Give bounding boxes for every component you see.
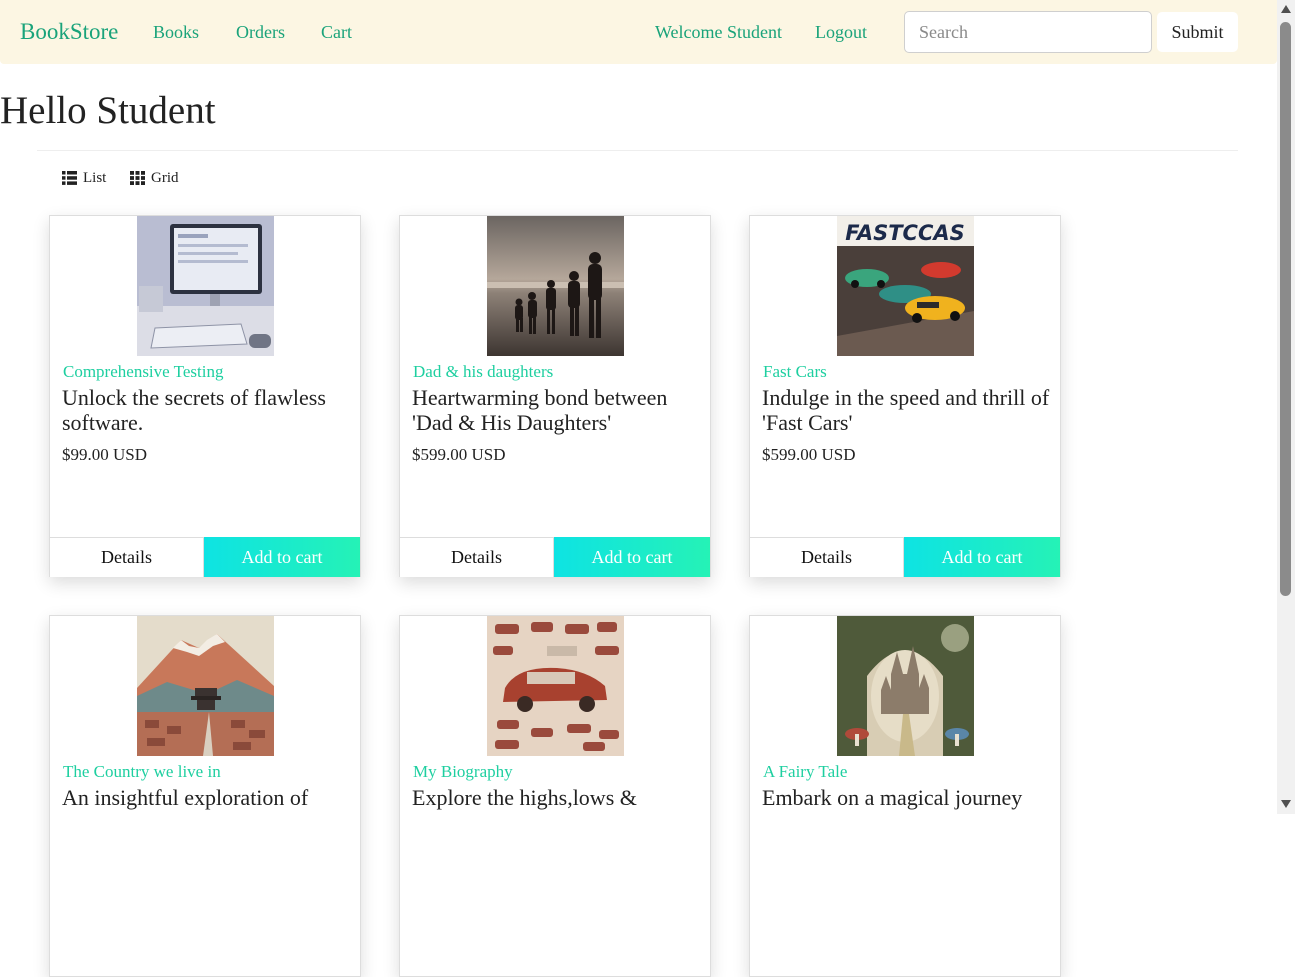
- book-category-link[interactable]: A Fairy Tale: [763, 762, 847, 782]
- brand-link[interactable]: BookStore: [20, 19, 118, 45]
- book-card: FASTCCAS Fast Cars Indulge in the speed …: [749, 215, 1061, 577]
- details-button[interactable]: Details: [50, 537, 204, 577]
- book-card: The Country we live in An insightful exp…: [49, 615, 361, 977]
- book-description: Explore the highs,lows &: [412, 785, 637, 810]
- nav-link-welcome[interactable]: Welcome Student: [655, 22, 782, 43]
- search-submit-button[interactable]: Submit: [1157, 12, 1238, 52]
- grid-view-label: Grid: [151, 169, 179, 186]
- book-price: $599.00 USD: [412, 445, 506, 464]
- nav-link-cart[interactable]: Cart: [321, 22, 352, 43]
- book-description: Indulge in the speed and thrill of 'Fast…: [762, 385, 1050, 435]
- book-cover-fairy-tale-image[interactable]: [837, 616, 974, 756]
- book-cover-family-image[interactable]: [487, 216, 624, 356]
- book-price: $99.00 USD: [62, 445, 148, 464]
- list-view-label: List: [83, 169, 107, 186]
- book-card: A Fairy Tale Embark on a magical journey: [749, 615, 1061, 977]
- nav-link-books[interactable]: Books: [153, 22, 199, 43]
- list-icon: [62, 171, 77, 185]
- navbar: BookStore Books Orders Cart Welcome Stud…: [0, 0, 1277, 64]
- book-category-link[interactable]: Comprehensive Testing: [63, 362, 223, 382]
- book-category-link[interactable]: Dad & his daughters: [413, 362, 553, 382]
- book-category-link[interactable]: My Biography: [413, 762, 513, 782]
- search-input[interactable]: [904, 11, 1152, 53]
- book-cover-computer-image[interactable]: [137, 216, 274, 356]
- scroll-down-arrow-icon[interactable]: [1281, 800, 1291, 808]
- add-to-cart-button[interactable]: Add to cart: [204, 537, 360, 577]
- cover-title-text: FASTCCAS: [845, 221, 965, 245]
- add-to-cart-button[interactable]: Add to cart: [904, 537, 1060, 577]
- book-card: Dad & his daughters Heartwarming bond be…: [399, 215, 711, 577]
- book-description: Heartwarming bond between 'Dad & His Dau…: [412, 385, 668, 435]
- nav-link-orders[interactable]: Orders: [236, 22, 285, 43]
- add-to-cart-button[interactable]: Add to cart: [554, 537, 710, 577]
- book-card: Comprehensive Testing Unlock the secrets…: [49, 215, 361, 577]
- book-cover-fast-cars-image[interactable]: FASTCCAS: [837, 216, 974, 356]
- nav-link-logout[interactable]: Logout: [815, 22, 867, 43]
- list-view-toggle[interactable]: List: [62, 169, 106, 187]
- details-button[interactable]: Details: [750, 537, 904, 577]
- grid-icon: [130, 171, 145, 185]
- book-card: My Biography Explore the highs,lows &: [399, 615, 711, 977]
- page-title: Hello Student: [0, 89, 216, 132]
- book-category-link[interactable]: Fast Cars: [763, 362, 827, 382]
- divider: [37, 150, 1238, 151]
- scroll-up-arrow-icon[interactable]: [1281, 5, 1291, 13]
- book-description: An insightful exploration of: [62, 785, 309, 810]
- grid-view-toggle[interactable]: Grid: [130, 169, 179, 187]
- scrollbar-thumb[interactable]: [1280, 22, 1291, 596]
- book-cover-biography-image[interactable]: [487, 616, 624, 756]
- book-cover-country-image[interactable]: [137, 616, 274, 756]
- vertical-scrollbar[interactable]: [1277, 0, 1295, 814]
- book-description: Embark on a magical journey: [762, 785, 1023, 810]
- book-category-link[interactable]: The Country we live in: [63, 762, 221, 782]
- book-description: Unlock the secrets of flawless software.: [62, 385, 326, 435]
- details-button[interactable]: Details: [400, 537, 554, 577]
- book-price: $599.00 USD: [762, 445, 856, 464]
